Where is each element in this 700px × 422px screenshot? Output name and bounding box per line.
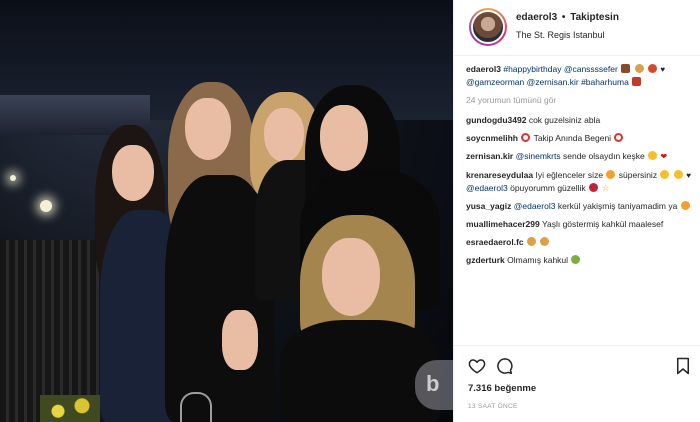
comment-mention[interactable]: @edaerol3	[466, 183, 508, 193]
view-all-comments[interactable]: 24 yorumun tümünü gör	[466, 94, 694, 106]
smile-icon	[673, 170, 683, 179]
watermark-logo: b	[415, 360, 453, 410]
location-link[interactable]: The St. Regis Istanbul	[516, 30, 605, 40]
caption-tags-3[interactable]: #baharhuma	[581, 77, 629, 87]
username-link[interactable]: edaerol3	[516, 12, 557, 23]
list-item: soycnmelihh Takip Anında Begeni	[466, 132, 694, 144]
kiss-icon	[589, 183, 599, 192]
comment-username[interactable]: yusa_yagiz	[466, 201, 511, 211]
story-ring[interactable]	[469, 8, 507, 46]
comment-username[interactable]: gzderturk	[466, 255, 505, 265]
comment-text: cok guzelsiniz abla	[528, 115, 601, 125]
list-item: yusa_yagiz @edaerol3 kerkül yakişmiş tan…	[466, 200, 694, 212]
heart-emoji-icon: ♥	[660, 65, 666, 74]
instagram-post: b edaerol3 • Takiptesin The St. Regis Is…	[0, 0, 700, 422]
avatar[interactable]	[471, 10, 505, 44]
comment-username[interactable]: gundogdu3492	[466, 115, 526, 125]
list-item: muallimehacer299 Yaşlı göstermiş kahkül …	[466, 218, 694, 230]
yellow-flowers	[40, 395, 100, 422]
comment-mention[interactable]: @edaerol3	[514, 201, 556, 211]
list-item: gundogdu3492 cok guzelsiniz abla	[466, 114, 694, 126]
distant-light	[10, 175, 16, 181]
comment-text: Olmamış kahkul	[507, 255, 569, 265]
comment-text: Takip Anında Begeni	[533, 133, 612, 143]
list-item: krenareseydulaa Iyi eğlenceler size süpe…	[466, 169, 694, 194]
watermark-letter: b	[426, 371, 440, 396]
comment-text: kerkül yakişmiş taniyamadim ya	[557, 201, 678, 211]
heart-eyes-icon	[606, 170, 616, 179]
header-user: edaerol3 • Takiptesin	[516, 12, 619, 23]
nauseated-icon	[571, 255, 581, 264]
follow-status[interactable]: Takiptesin	[570, 12, 619, 23]
wine-glass	[180, 392, 212, 422]
comment-username[interactable]: zernisan.kir	[466, 151, 513, 161]
cake-icon	[621, 64, 631, 73]
heart-icon[interactable]	[468, 357, 486, 375]
caption: edaerol3 #happybirthday @canssssefer ♥ @…	[466, 63, 694, 88]
post-header: edaerol3 • Takiptesin The St. Regis Ista…	[454, 0, 700, 56]
comment-username[interactable]: soycnmelihh	[466, 133, 518, 143]
strawberry-icon	[647, 64, 657, 73]
people-icon	[540, 237, 550, 246]
comment-text: sende olsaydın keşke	[563, 151, 645, 161]
caption-tags-2[interactable]: @gamzeorman @zernisan.kir	[466, 77, 579, 87]
separator-dot: •	[561, 12, 566, 23]
post-actions: 7.316 beğenme 13 SAAT ÖNCE	[454, 345, 700, 422]
list-item: esraedaerol.fc	[466, 236, 694, 248]
smile-icon	[648, 151, 658, 160]
star-icon: ☆	[601, 183, 610, 193]
comment-mention[interactable]: @sinemkrts	[516, 151, 561, 161]
ok-hand-icon	[660, 170, 670, 179]
caption-username[interactable]: edaerol3	[466, 64, 501, 74]
bookmark-icon[interactable]	[676, 357, 690, 375]
comment-text: öpuyorumm güzellik	[510, 183, 586, 193]
comment-text: Yaşlı göstermiş kahkül maalesef	[541, 219, 664, 229]
list-item: gzderturk Olmamış kahkul	[466, 254, 694, 266]
heart-emoji-icon: ❤	[660, 152, 668, 161]
post-sidebar: edaerol3 • Takiptesin The St. Regis Ista…	[453, 0, 700, 422]
circle-icon	[614, 133, 624, 142]
raised-hand	[222, 310, 258, 370]
comment-username[interactable]: muallimehacer299	[466, 219, 540, 229]
people-icon	[634, 64, 644, 73]
heart-eyes-icon	[680, 201, 690, 210]
list-item: zernisan.kir @sinemkrts sende olsaydın k…	[466, 150, 694, 163]
caption-tags-1[interactable]: #happybirthday @canssssefer	[503, 64, 617, 74]
comment-text: süpersiniz	[618, 170, 658, 180]
comment-icon[interactable]	[496, 357, 514, 375]
balcony-light	[40, 200, 52, 212]
comment-username[interactable]: esraedaerol.fc	[466, 237, 524, 247]
people-icon	[527, 237, 537, 246]
comment-username[interactable]: krenareseydulaa	[466, 170, 533, 180]
comment-text: Iyi eğlenceler size	[535, 170, 604, 180]
likes-count[interactable]: 7.316 beğenme	[468, 383, 536, 394]
circle-icon	[521, 133, 531, 142]
comments-list: edaerol3 #happybirthday @canssssefer ♥ @…	[466, 63, 694, 272]
post-photo[interactable]: b	[0, 0, 453, 422]
dancer-icon	[632, 77, 642, 86]
post-timestamp: 13 SAAT ÖNCE	[468, 403, 518, 410]
heart-emoji-icon: ♥	[686, 171, 691, 180]
